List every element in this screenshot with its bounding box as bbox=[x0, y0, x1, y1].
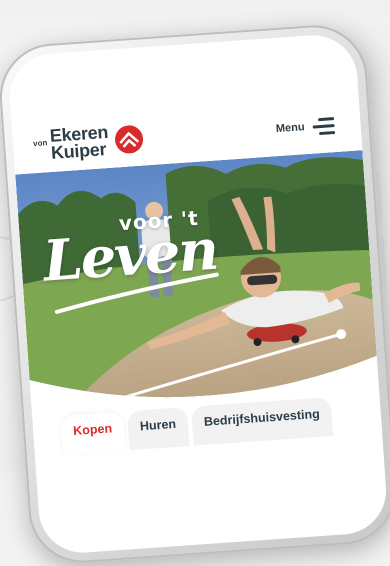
logo-mark-icon bbox=[115, 125, 144, 154]
menu-label: Menu bbox=[275, 121, 306, 136]
menu-button[interactable]: Menu bbox=[275, 116, 336, 138]
tab-huren[interactable]: Huren bbox=[126, 407, 190, 451]
logo-line-2: Kuiper bbox=[50, 139, 107, 163]
tab-bedrijfshuisvesting[interactable]: Bedrijfshuisvesting bbox=[190, 397, 334, 446]
site-logo[interactable]: von Ekeren Kuiper bbox=[32, 121, 146, 163]
hamburger-icon bbox=[312, 117, 336, 136]
phone-frame: von Ekeren Kuiper Menu voor 't Leven Kop… bbox=[0, 21, 390, 566]
hero-banner: voor 't Leven bbox=[15, 150, 380, 432]
hero-tagline: voor 't Leven bbox=[36, 204, 233, 327]
phone-screen: von Ekeren Kuiper Menu voor 't Leven Kop… bbox=[6, 32, 390, 556]
logo-prefix: von bbox=[32, 137, 48, 148]
tagline-underline bbox=[54, 272, 219, 314]
tab-kopen[interactable]: Kopen bbox=[60, 411, 126, 455]
